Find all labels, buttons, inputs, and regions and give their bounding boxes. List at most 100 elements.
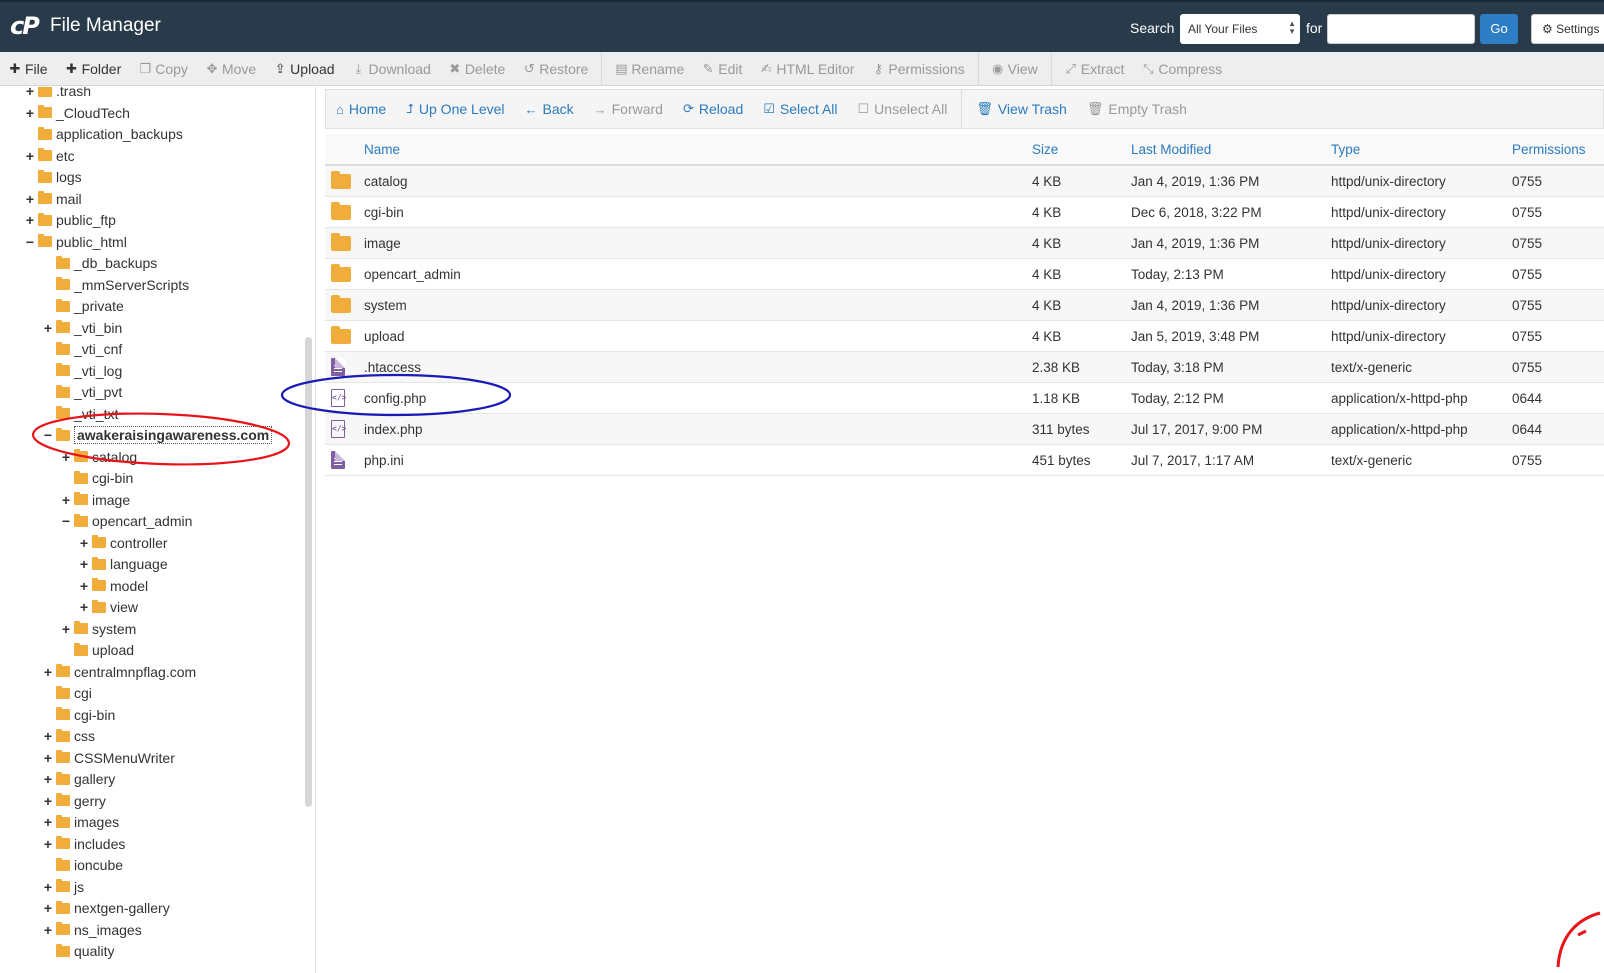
expand-icon[interactable]: + [42, 836, 54, 852]
expand-icon[interactable]: + [42, 900, 54, 916]
tree-item[interactable]: + etc [24, 146, 75, 166]
toolbar-delete-button[interactable]: ✖ Delete [440, 61, 514, 77]
settings-button[interactable]: ⚙ Settings [1531, 14, 1604, 44]
tree-item[interactable]: + css [42, 726, 95, 746]
tree-item[interactable]: _private [42, 296, 124, 316]
tree-item[interactable]: cgi-bin [42, 705, 115, 725]
tree-item[interactable]: − public_html [24, 232, 127, 252]
tree-item[interactable]: + CSSMenuWriter [42, 748, 175, 768]
tree-item[interactable]: cgi-bin [60, 468, 133, 488]
tree-item[interactable]: _mmServerScripts [42, 275, 189, 295]
nav-select-all-button[interactable]: ☑ Select All [753, 101, 847, 117]
toolbar-upload-button[interactable]: ⇪ Upload [265, 61, 343, 77]
tree-item[interactable]: + .trash [24, 87, 91, 101]
toolbar-rename-button[interactable]: ▤ Rename [606, 61, 693, 77]
expand-icon[interactable]: + [42, 879, 54, 895]
toolbar-view-button[interactable]: ◉ View [983, 61, 1047, 77]
table-row[interactable]: php.ini 451 bytes Jul 7, 2017, 1:17 AM text… [325, 445, 1604, 476]
tree-item[interactable]: + ns_images [42, 920, 142, 940]
nav-empty-trash-button[interactable]: 🗑 Empty Trash [1077, 101, 1197, 117]
tree-item[interactable]: + controller [78, 533, 168, 553]
tree-item[interactable]: logs [24, 167, 82, 187]
collapse-icon[interactable]: − [42, 427, 54, 443]
expand-icon[interactable]: + [78, 556, 90, 572]
column-header-last-modified[interactable]: Last Modified [1131, 142, 1331, 157]
tree-item[interactable]: upload [60, 640, 134, 660]
expand-icon[interactable]: + [78, 599, 90, 615]
tree-item[interactable]: _vti_cnf [42, 339, 122, 359]
toolbar-edit-button[interactable]: ✎ Edit [693, 61, 751, 77]
expand-icon[interactable]: + [24, 105, 36, 121]
tree-item[interactable]: + centralmnpflag.com [42, 662, 196, 682]
toolbar-download-button[interactable]: ⤓ Download [344, 61, 440, 77]
table-row[interactable]: .htaccess 2.38 KB Today, 3:18 PM text/x-gen… [325, 352, 1604, 383]
expand-icon[interactable]: + [24, 212, 36, 228]
table-row[interactable]: upload 4 KB Jan 5, 2019, 3:48 PM httpd/unix… [325, 321, 1604, 352]
tree-item[interactable]: _vti_log [42, 361, 122, 381]
brand[interactable]: cP File Manager [10, 12, 161, 40]
toolbar-html-editor-button[interactable]: ✍ HTML Editor [751, 61, 863, 77]
tree-item[interactable]: − awakeraisingawareness.com [42, 425, 273, 445]
tree-item[interactable]: _vti_pvt [42, 382, 122, 402]
table-row[interactable]: catalog 4 KB Jan 4, 2019, 1:36 PM httpd/uni… [325, 166, 1604, 197]
toolbar-restore-button[interactable]: ↺ Restore [514, 61, 597, 77]
nav-home-button[interactable]: ⌂ Home [326, 101, 396, 117]
go-button[interactable]: Go [1480, 14, 1518, 44]
tree-item[interactable]: _vti_txt [42, 404, 118, 424]
column-header-permissions[interactable]: Permissions [1512, 142, 1604, 157]
expand-icon[interactable]: + [24, 87, 36, 99]
tree-item[interactable]: + includes [42, 834, 125, 854]
nav-forward-button[interactable]: → Forward [584, 101, 673, 117]
expand-icon[interactable]: + [42, 922, 54, 938]
table-row[interactable]: cgi-bin 4 KB Dec 6, 2018, 3:22 PM httpd/uni… [325, 197, 1604, 228]
tree-item[interactable]: application_backups [24, 124, 183, 144]
expand-icon[interactable]: + [42, 793, 54, 809]
search-input[interactable] [1327, 14, 1475, 44]
collapse-icon[interactable]: − [24, 234, 36, 250]
table-row[interactable]: opencart_admin 4 KB Today, 2:13 PM httpd/un… [325, 259, 1604, 290]
tree-item[interactable]: + gerry [42, 791, 106, 811]
toolbar-extract-button[interactable]: ⤢ Extract [1056, 61, 1134, 77]
tree-item[interactable]: + _vti_bin [42, 318, 122, 338]
toolbar-folder-button[interactable]: ✚ Folder [57, 61, 131, 77]
tree-item[interactable]: + js [42, 877, 84, 897]
tree-item[interactable]: + gallery [42, 769, 115, 789]
expand-icon[interactable]: + [42, 728, 54, 744]
tree-item[interactable]: quality [42, 941, 114, 961]
nav-unselect-all-button[interactable]: ☐ Unselect All [848, 101, 958, 117]
tree-item[interactable]: + view [78, 597, 138, 617]
tree-item[interactable]: + catalog [60, 447, 137, 467]
expand-icon[interactable]: + [78, 578, 90, 594]
toolbar-compress-button[interactable]: ⤡ Compress [1133, 61, 1231, 77]
tree-scrollbar[interactable] [305, 337, 312, 807]
expand-icon[interactable]: + [60, 621, 72, 637]
column-header-type[interactable]: Type [1331, 142, 1512, 157]
nav-up-one-level-button[interactable]: ⮥ Up One Level [396, 101, 514, 117]
tree-item[interactable]: _db_backups [42, 253, 157, 273]
toolbar-move-button[interactable]: ✥ Move [197, 61, 265, 77]
tree-item[interactable]: cgi [42, 683, 92, 703]
expand-icon[interactable]: + [24, 191, 36, 207]
table-row[interactable]: </> index.php 311 bytes Jul 17, 2017, 9:00 … [325, 414, 1604, 445]
nav-view-trash-button[interactable]: 🗑 View Trash [966, 101, 1077, 117]
expand-icon[interactable]: + [42, 771, 54, 787]
tree-item[interactable]: + system [60, 619, 136, 639]
expand-icon[interactable]: + [60, 492, 72, 508]
collapse-icon[interactable]: − [60, 513, 72, 529]
toolbar-file-button[interactable]: ✚ File [0, 61, 57, 77]
expand-icon[interactable]: + [42, 664, 54, 680]
expand-icon[interactable]: + [42, 320, 54, 336]
column-header-name[interactable]: Name [364, 142, 1032, 157]
tree-item[interactable]: + public_ftp [24, 210, 116, 230]
nav-reload-button[interactable]: ⟳ Reload [673, 101, 753, 117]
tree-item[interactable]: + nextgen-gallery [42, 898, 170, 918]
tree-item[interactable]: + _CloudTech [24, 103, 130, 123]
table-row[interactable]: image 4 KB Jan 4, 2019, 1:36 PM httpd/unix-… [325, 228, 1604, 259]
expand-icon[interactable]: + [24, 148, 36, 164]
search-scope-select[interactable]: All Your Files ▲ ▼ [1180, 14, 1300, 44]
toolbar-permissions-button[interactable]: ⚷ Permissions [863, 61, 973, 77]
tree-item[interactable]: − opencart_admin [60, 511, 193, 531]
tree-item[interactable]: + image [60, 490, 130, 510]
column-header-size[interactable]: Size [1032, 142, 1131, 157]
table-row[interactable]: system 4 KB Jan 4, 2019, 1:36 PM httpd/unix… [325, 290, 1604, 321]
